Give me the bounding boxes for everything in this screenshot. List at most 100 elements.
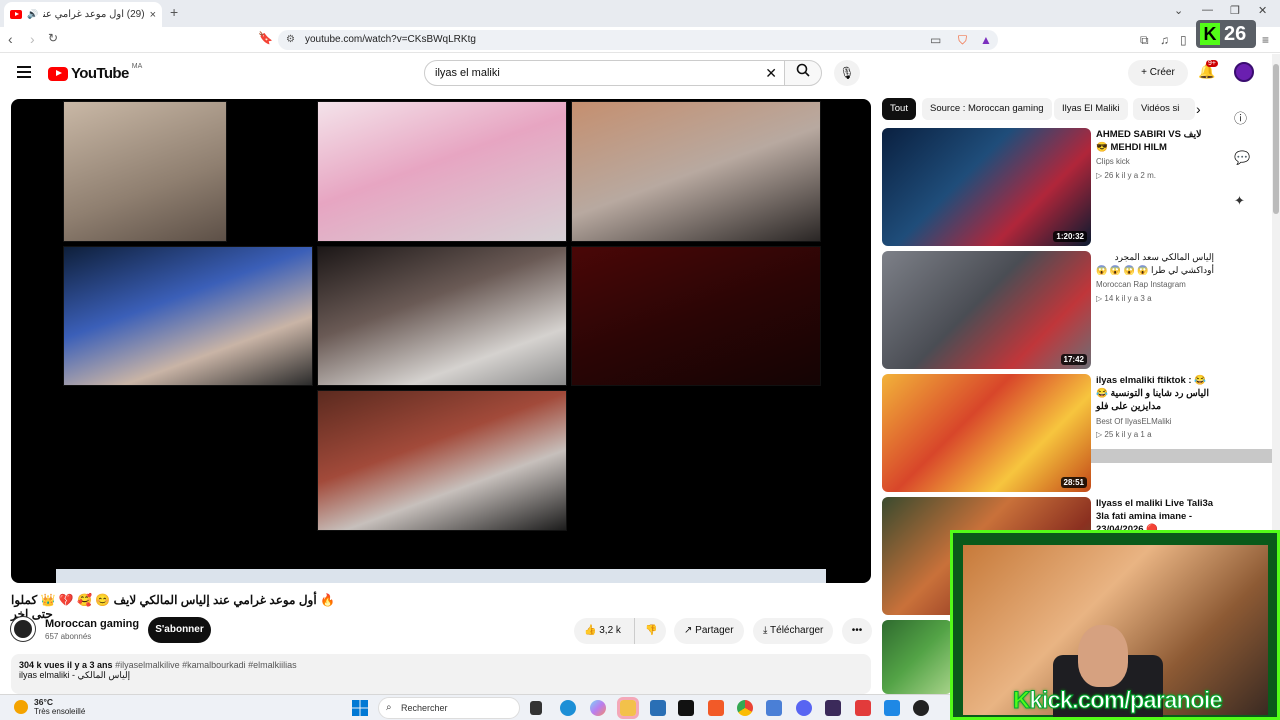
- brave-shield-icon[interactable]: ⛉: [958, 33, 967, 48]
- new-tab-button[interactable]: +: [170, 4, 178, 20]
- site-settings-icon[interactable]: ⚙: [286, 30, 295, 50]
- extensions-icon[interactable]: ⧉: [1140, 33, 1149, 48]
- recommendation-item[interactable]: 1:20:32 AHMED SABIRI VS لايف 😎 MEHDI HIL…: [882, 128, 1212, 246]
- windows-search-field[interactable]: ⌕ Rechercher: [378, 697, 520, 719]
- kick-count: 26: [1224, 22, 1247, 45]
- chip-source[interactable]: Source : Moroccan gaming: [922, 98, 1052, 120]
- youtube-logo[interactable]: YouTube MA: [48, 63, 142, 82]
- close-window-icon[interactable]: ✕: [1258, 4, 1267, 17]
- video-cell: [571, 101, 821, 242]
- rewards-icon[interactable]: ▲: [980, 33, 992, 47]
- sparkle-icon[interactable]: ✦: [1234, 193, 1245, 209]
- voice-search-button[interactable]: 🎙: [834, 60, 860, 86]
- restore-icon[interactable]: ❐: [1230, 4, 1240, 17]
- share-icon: ↗: [684, 625, 693, 636]
- media-icon[interactable]: ♫: [1160, 33, 1169, 47]
- tab-close-icon[interactable]: ×: [150, 9, 156, 21]
- recommendation-meta: ▷ 26 k il y a 2 m.: [1096, 171, 1156, 180]
- recommendation-title[interactable]: إلياس المالكي سعد المجرد أوداكشي لي طرا …: [1096, 251, 1214, 277]
- tab-title: (29) أول موعد غرامي عند إلياس: [43, 9, 145, 20]
- browser-tab[interactable]: 🔊 (29) أول موعد غرامي عند إلياس ×: [4, 2, 162, 27]
- chip-all[interactable]: Tout: [882, 98, 916, 120]
- hamburger-menu-icon[interactable]: [17, 66, 31, 78]
- bookmark-icon[interactable]: 🔖: [258, 31, 273, 45]
- like-button[interactable]: 👍 3,2 k: [574, 618, 634, 644]
- windows-start-icon[interactable]: [352, 700, 368, 716]
- webcam-overlay: Kkick.com/paranoie: [950, 530, 1280, 720]
- recommendation-thumbnail[interactable]: [882, 620, 952, 694]
- recommendation-title[interactable]: AHMED SABIRI VS لايف 😎 MEHDI HILM: [1096, 128, 1214, 154]
- recommendation-item[interactable]: 28:51 ilyas elmaliki ftiktok : 😂 😂 الياس…: [882, 374, 1212, 492]
- search-input[interactable]: ilyas el maliki ✕: [424, 60, 786, 86]
- weather-widget[interactable]: 36°C Très ensoleillé: [14, 697, 85, 717]
- scrollbar-thumb[interactable]: [1273, 64, 1279, 214]
- info-icon[interactable]: ⓘ: [1234, 108, 1247, 127]
- steam-icon[interactable]: [913, 700, 929, 716]
- windows-taskbar: 36°C Très ensoleillé ⌕ Rechercher: [0, 694, 950, 720]
- recommendation-channel[interactable]: Clips kick: [1096, 157, 1130, 166]
- hashtags[interactable]: #ilyaselmalkilive #kamalbourkadi #elmalk…: [115, 660, 297, 670]
- store-icon[interactable]: [650, 700, 666, 716]
- download-button[interactable]: ⤓ Télécharger: [753, 618, 834, 644]
- kick-logo-icon: K: [1200, 23, 1220, 45]
- share-button[interactable]: ↗ Partager: [674, 618, 744, 644]
- recommendation-channel[interactable]: Best Of IlyasELMaliki: [1096, 417, 1172, 426]
- app-icon[interactable]: [678, 700, 694, 716]
- app-icon[interactable]: [855, 700, 871, 716]
- more-actions-button[interactable]: •••: [842, 618, 872, 644]
- forward-icon[interactable]: ›: [30, 31, 35, 47]
- sidebar-icon[interactable]: ▯: [1180, 33, 1187, 47]
- video-embedded-taskbar: [56, 569, 826, 583]
- address-bar-row: ‹ › ↻ 🔖 ⚙ youtube.com/watch?v=CKsBWqLRKt…: [0, 27, 1280, 53]
- video-player[interactable]: [11, 99, 871, 583]
- recommendation-title[interactable]: ilyas elmaliki ftiktok : 😂 😂 الياس رد شا…: [1096, 374, 1214, 413]
- minimize-icon[interactable]: —: [1202, 4, 1213, 16]
- recommendation-meta: ▷ 14 k il y a 3 a: [1096, 294, 1152, 303]
- recommendation-thumbnail[interactable]: 17:42: [882, 251, 1091, 369]
- url-field[interactable]: ⚙ youtube.com/watch?v=CKsBWqLRKtg: [278, 30, 998, 50]
- obs-icon[interactable]: [825, 700, 841, 716]
- description-box[interactable]: 304 k vues il y a 3 ans #ilyaselmalkiliv…: [11, 654, 871, 694]
- search-button[interactable]: [784, 60, 822, 86]
- clear-search-icon[interactable]: ✕: [765, 61, 777, 85]
- reload-icon[interactable]: ↻: [48, 31, 58, 45]
- tab-list-chevron-icon[interactable]: ⌄: [1174, 4, 1183, 17]
- brave-icon[interactable]: [708, 700, 724, 716]
- menu-icon[interactable]: ≡: [1262, 33, 1269, 47]
- discord-icon[interactable]: [796, 700, 812, 716]
- notifications-button[interactable]: 🔔 9+: [1198, 60, 1218, 80]
- views-and-date: 304 k vues il y a 3 ans: [19, 660, 113, 670]
- cast-icon[interactable]: ▭: [930, 33, 941, 47]
- kick-url-caption: Kkick.com/paranoie: [1012, 687, 1223, 715]
- weather-temp: 36°C: [34, 697, 53, 707]
- channel-name[interactable]: Moroccan gaming: [45, 618, 139, 630]
- search-icon: ⌕: [386, 702, 392, 713]
- settings-app-icon[interactable]: [766, 700, 782, 716]
- windows-search-placeholder: Rechercher: [401, 703, 448, 713]
- youtube-play-icon: [48, 66, 68, 81]
- task-view-icon[interactable]: [530, 701, 542, 715]
- recommendation-thumbnail[interactable]: 1:20:32: [882, 128, 1091, 246]
- vscode-icon[interactable]: [884, 700, 900, 716]
- subscribe-button[interactable]: S'abonner: [148, 617, 211, 643]
- chrome-icon[interactable]: [737, 700, 753, 716]
- edge-icon[interactable]: [560, 700, 576, 716]
- duration-badge: 28:51: [1060, 477, 1087, 488]
- duration-badge: 1:20:32: [1053, 231, 1087, 242]
- recommendation-item[interactable]: 17:42 إلياس المالكي سعد المجرد أوداكشي ل…: [882, 251, 1214, 369]
- copilot-icon[interactable]: [590, 700, 606, 716]
- chips-next-icon[interactable]: ›: [1196, 101, 1201, 117]
- description-line: ilyas elmaliki - إلياس المالكي: [19, 670, 131, 680]
- recommendation-channel[interactable]: Moroccan Rap Instagram: [1096, 280, 1186, 289]
- create-button[interactable]: + Créer: [1128, 60, 1188, 86]
- back-icon[interactable]: ‹: [8, 31, 13, 47]
- file-explorer-icon[interactable]: [617, 697, 639, 719]
- account-avatar[interactable]: [1234, 62, 1254, 82]
- chip-channel[interactable]: Ilyas El Maliki: [1054, 98, 1128, 120]
- chip-similar[interactable]: Vidéos si: [1133, 98, 1195, 120]
- chat-icon[interactable]: 💬: [1234, 150, 1250, 166]
- dislike-button[interactable]: 👎: [634, 618, 666, 644]
- sun-icon: [14, 700, 28, 714]
- recommendation-thumbnail[interactable]: 28:51: [882, 374, 1091, 492]
- channel-avatar[interactable]: [11, 617, 35, 641]
